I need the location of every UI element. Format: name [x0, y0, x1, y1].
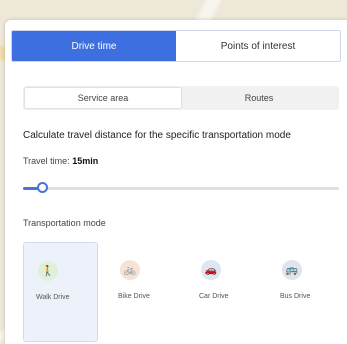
travel-panel: Drive time Points of interest Service ar… — [5, 20, 347, 344]
tab-points-of-interest[interactable]: Points of interest — [176, 31, 340, 61]
tab-routes[interactable]: Routes — [181, 88, 337, 108]
mode-car-label: Car Drive — [199, 293, 229, 300]
top-tabs: Drive time Points of interest — [11, 30, 341, 62]
slider-track[interactable] — [23, 187, 339, 190]
car-icon: 🚗 — [201, 260, 221, 280]
mode-walk[interactable]: 🚶 Walk Drive — [23, 242, 98, 342]
mode-car[interactable]: 🚗 Car Drive — [187, 242, 260, 342]
transportation-mode-label: Transportation mode — [23, 218, 106, 228]
description-text: Calculate travel distance for the specif… — [23, 130, 291, 141]
slider-thumb[interactable] — [36, 182, 48, 193]
mode-bike-label: Bike Drive — [118, 293, 150, 300]
transportation-modes: 🚶 Walk Drive 🚲 Bike Drive 🚗 Car Drive 🚌 … — [23, 242, 341, 342]
bus-icon: 🚌 — [282, 260, 302, 280]
tab-drive-time[interactable]: Drive time — [12, 31, 176, 61]
travel-time-value: 15min — [72, 156, 99, 166]
mode-walk-label: Walk Drive — [36, 294, 70, 301]
travel-time-label: Travel time: — [23, 156, 70, 166]
travel-time-row: Travel time: 15min — [23, 156, 98, 166]
travel-time-slider[interactable] — [23, 182, 339, 193]
sub-tabs: Service area Routes — [23, 86, 339, 110]
mode-bus-label: Bus Drive — [280, 293, 311, 300]
tab-service-area[interactable]: Service area — [25, 88, 181, 108]
bike-icon: 🚲 — [120, 260, 140, 280]
mode-bus[interactable]: 🚌 Bus Drive — [268, 242, 341, 342]
walk-icon: 🚶 — [38, 261, 58, 281]
mode-bike[interactable]: 🚲 Bike Drive — [106, 242, 179, 342]
